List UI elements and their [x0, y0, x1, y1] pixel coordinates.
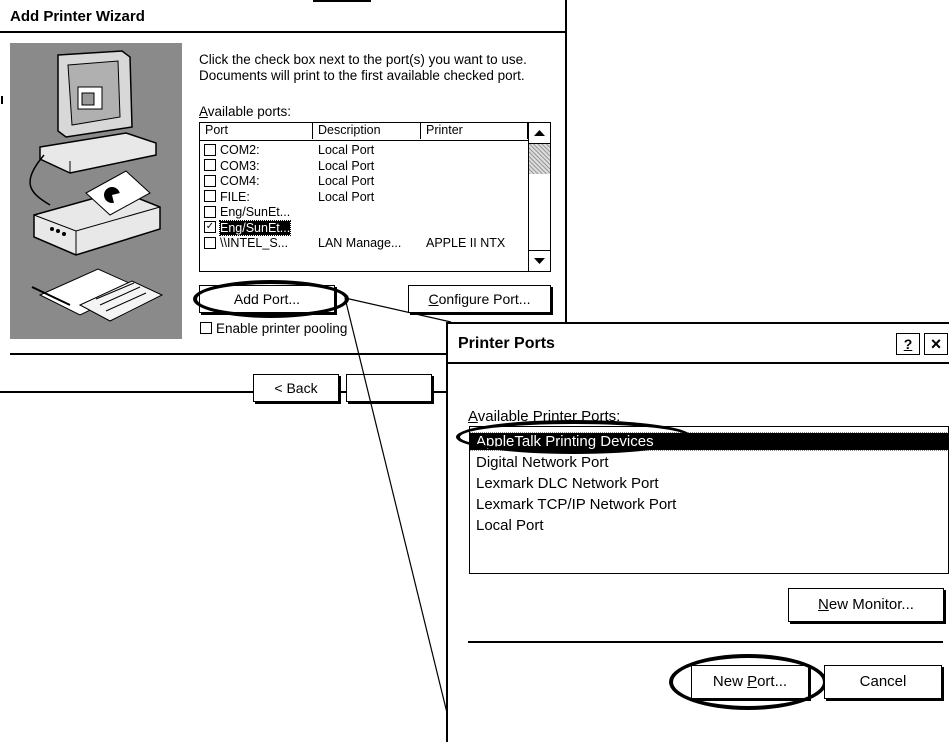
- printer-port-item[interactable]: Local Port: [476, 517, 544, 534]
- new-port-highlight-oval: [669, 654, 827, 710]
- button-separator: [468, 641, 943, 643]
- printer-port-item[interactable]: Digital Network Port: [476, 454, 609, 471]
- title-separator: [448, 362, 949, 364]
- printer-ports-title: Printer Ports: [458, 335, 555, 352]
- cancel-button[interactable]: Cancel: [824, 665, 942, 699]
- printer-port-item[interactable]: Lexmark DLC Network Port: [476, 475, 659, 492]
- help-button[interactable]: ?: [896, 333, 920, 355]
- appletalk-highlight-oval: [456, 420, 692, 454]
- printer-ports-dialog: Printer Ports ? × Available Printer Port…: [446, 322, 949, 742]
- printer-port-item[interactable]: Lexmark TCP/IP Network Port: [476, 496, 676, 513]
- new-monitor-button[interactable]: New Monitor...: [788, 588, 944, 622]
- close-button[interactable]: ×: [924, 333, 948, 355]
